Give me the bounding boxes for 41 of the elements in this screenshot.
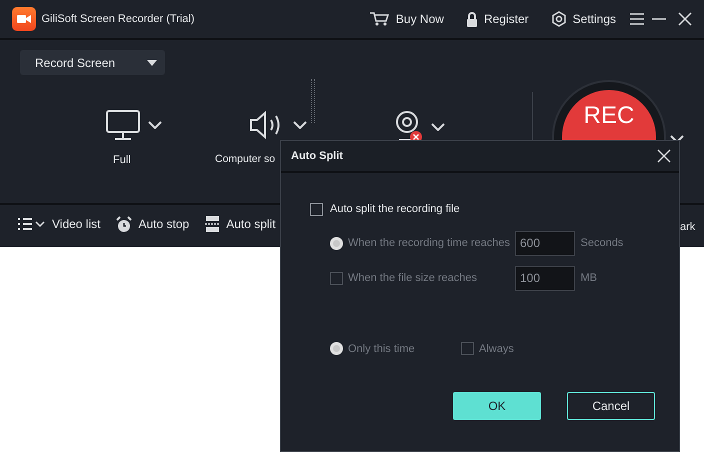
menu-icon[interactable] xyxy=(630,13,644,25)
monitor-icon xyxy=(106,110,140,140)
radio-label: When the recording time reaches xyxy=(348,236,510,251)
cancel-button[interactable]: Cancel xyxy=(567,392,655,420)
close-icon[interactable] xyxy=(657,149,671,163)
caret-icon xyxy=(148,121,162,129)
split-icon xyxy=(205,216,220,232)
lock-icon xyxy=(466,12,478,26)
toolbar-button[interactable]: Auto stop xyxy=(116,215,190,233)
mode-dropdown[interactable]: Record Screen xyxy=(20,50,165,75)
app-logo-icon xyxy=(12,7,36,31)
header-link[interactable]: Buy Now xyxy=(370,10,444,28)
checkbox-label: Auto split the recording file xyxy=(330,202,460,217)
checkbox-label: Always xyxy=(479,342,514,356)
toolbar-button[interactable]: Auto split xyxy=(205,215,276,233)
record-button[interactable]: REC xyxy=(562,90,656,140)
radio-label: Only this time xyxy=(348,342,415,356)
ok-button[interactable]: OK xyxy=(453,392,541,420)
caret-icon xyxy=(431,123,445,131)
toolbar-label: ark xyxy=(680,220,696,235)
screen-source-label: Full xyxy=(113,153,131,168)
checkbox-label: When the file size reaches xyxy=(348,270,478,286)
audio-source-button[interactable] xyxy=(249,110,307,140)
audio-source-label: Computer so xyxy=(215,152,276,167)
caret-icon xyxy=(293,121,307,129)
settings-icon xyxy=(550,11,567,27)
toolbar-button[interactable]: Video list xyxy=(18,215,100,233)
alarm-clock-icon xyxy=(116,216,132,232)
unit-label: Seconds xyxy=(580,236,624,251)
caret-icon[interactable] xyxy=(670,135,684,143)
caret-icon xyxy=(147,60,157,66)
screen-source-button[interactable] xyxy=(106,110,162,140)
list-icon xyxy=(18,217,46,231)
cart-icon xyxy=(370,12,390,26)
header-link[interactable]: Settings xyxy=(550,10,616,28)
checkbox[interactable] xyxy=(310,202,323,216)
header-link[interactable]: Register xyxy=(466,10,529,28)
close-icon[interactable] xyxy=(678,12,692,26)
unit-label: MB xyxy=(580,270,597,286)
window-title: GiliSoft Screen Recorder (Trial) xyxy=(42,12,195,27)
dialog-title: Auto Split xyxy=(291,148,343,164)
